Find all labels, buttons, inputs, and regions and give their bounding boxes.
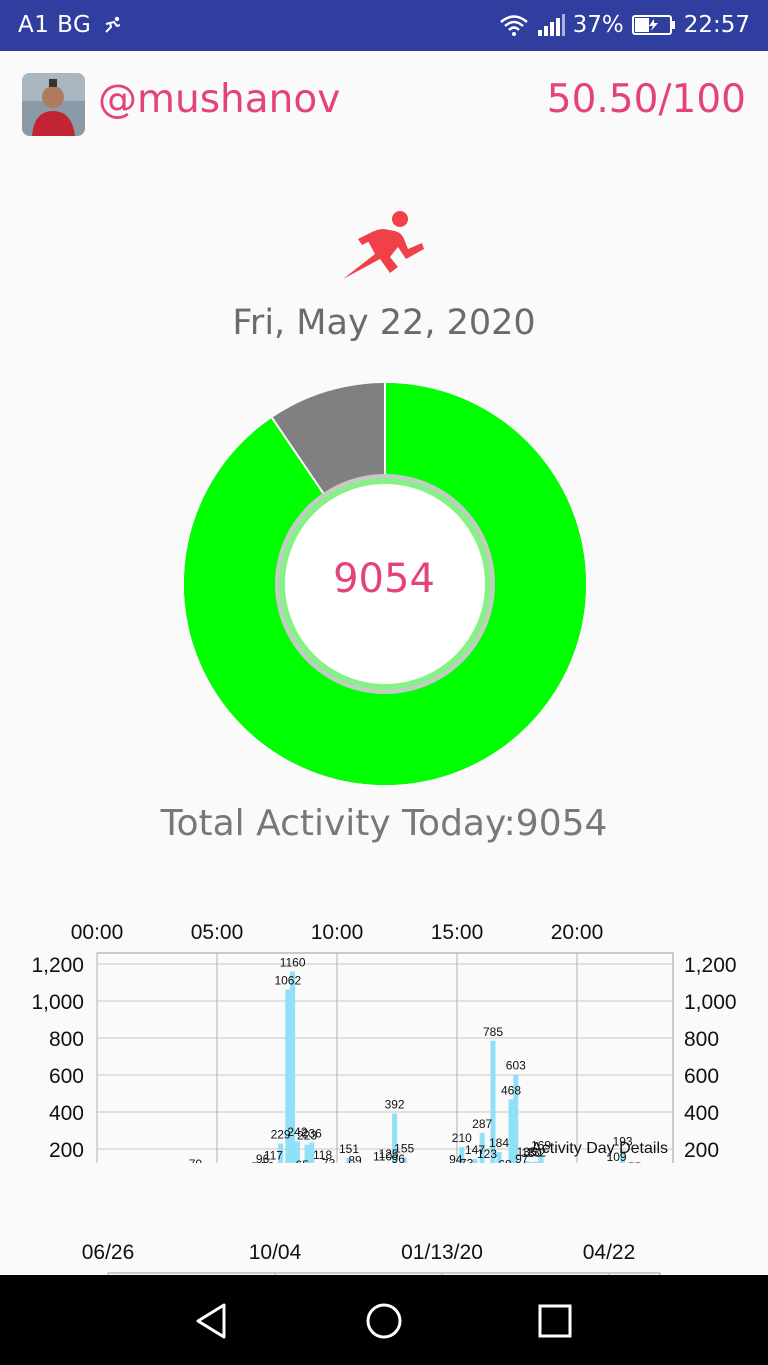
running-notification-icon [105, 16, 121, 33]
date-label: Fri, May 22, 2020 [232, 303, 536, 343]
signal-icon [537, 14, 565, 36]
status-bar-right: 37% 22:57 [499, 12, 750, 38]
y-tick-label-right: 1,200 [684, 954, 737, 977]
y-tick-label-left: 1,200 [31, 954, 84, 977]
main-content[interactable]: @mushanov 50.50/100 Fri, May 22, 2020 90… [0, 51, 768, 1275]
bar-value-label: 73 [460, 1156, 474, 1163]
y-tick-label-right: 800 [684, 1028, 719, 1051]
bar-value-label: 155 [394, 1141, 414, 1155]
bar-value-label: 1160 [280, 955, 306, 969]
y-tick-label-right: 400 [684, 1102, 719, 1125]
bar-value-label: 68 [498, 1157, 512, 1163]
x-tick-label: 20:00 [551, 921, 604, 944]
bar-value-label: 603 [506, 1058, 526, 1072]
bar-value-label: 89 [348, 1154, 362, 1163]
y-tick-label-left: 200 [49, 1139, 84, 1162]
y-tick-label-left: 600 [49, 1065, 84, 1088]
bar [508, 1099, 514, 1163]
bar-value-label: 392 [385, 1097, 405, 1111]
bar-value-label: 184 [489, 1136, 509, 1150]
avatar[interactable] [22, 73, 85, 136]
y-tick-label-left: 400 [49, 1102, 84, 1125]
back-icon[interactable] [190, 1299, 234, 1343]
y-tick-label-right: 1,000 [684, 991, 737, 1014]
y-tick-label-right: 200 [684, 1139, 719, 1162]
total-activity-label: Total Activity Today:9054 [160, 803, 608, 844]
y-tick-label-left: 1,000 [31, 991, 84, 1014]
x-tick-label: 05:00 [191, 921, 244, 944]
battery-percent: 37% [572, 12, 624, 38]
x-tick-label: 06/26 [82, 1241, 135, 1264]
x-tick-label: 00:00 [71, 921, 124, 944]
score: 50.50/100 [546, 77, 746, 122]
chart-description: Activity Day Details [531, 1140, 668, 1157]
bar-value-label: 468 [501, 1083, 521, 1097]
x-tick-label: 10:00 [311, 921, 364, 944]
bar-value-label: 65 [296, 1158, 310, 1163]
recents-icon[interactable] [533, 1299, 577, 1343]
chart-frame [96, 952, 674, 1163]
bar-value-label: 117 [264, 1148, 283, 1162]
x-tick-label: 10/04 [249, 1241, 302, 1264]
carrier-label: A1 BG [18, 12, 92, 38]
battery-charging-icon [631, 15, 675, 35]
x-tick-label: 15:00 [431, 921, 484, 944]
status-bar: A1 BG 37% 22:57 [0, 0, 768, 51]
clock: 22:57 [683, 12, 750, 38]
username[interactable]: @mushanov [98, 77, 340, 122]
chart-grid [96, 952, 674, 1163]
activity-history-chart[interactable]: 06/2610/0401/13/2004/2225,00025,000 [0, 1179, 768, 1275]
y-tick-label-right: 600 [684, 1065, 719, 1088]
activity-day-chart[interactable]: 7023254965611722910621160242652232361118… [0, 863, 768, 1163]
bar-value-label: 70 [189, 1157, 203, 1163]
bar-value-label: 1062 [274, 974, 301, 988]
bar-value-label: 785 [483, 1025, 503, 1039]
bar-value-label: 287 [472, 1117, 492, 1131]
donut-center-value: 9054 [333, 556, 435, 602]
bar-value-label: 55 [628, 1160, 642, 1163]
x-tick-label: 04/22 [583, 1241, 636, 1264]
y-tick-label-left: 800 [49, 1028, 84, 1051]
running-icon [343, 211, 424, 279]
bar [528, 1161, 534, 1163]
navigation-bar [0, 1275, 768, 1365]
bar-value-label: 73 [322, 1156, 336, 1163]
status-bar-left: A1 BG [18, 12, 123, 38]
home-icon[interactable] [362, 1299, 406, 1343]
wifi-icon [499, 15, 528, 36]
bar-value-label: 236 [302, 1126, 322, 1140]
x-tick-label: 01/13/20 [401, 1241, 483, 1264]
bar [533, 1161, 539, 1163]
